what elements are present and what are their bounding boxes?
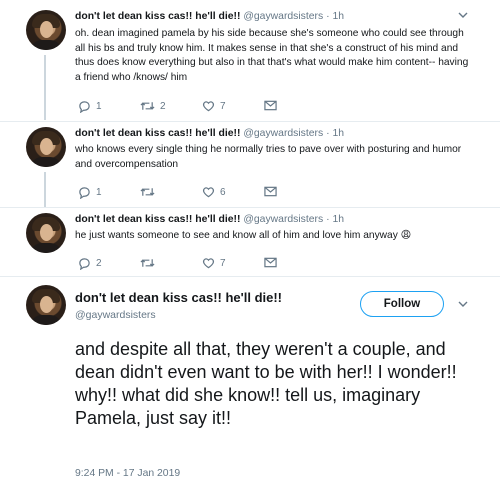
author-name[interactable]: don't let dean kiss cas!! he'll die!! (75, 290, 282, 305)
author-handle[interactable]: @gaywardsisters (75, 309, 156, 321)
reply-icon (79, 101, 90, 113)
tweet-time[interactable]: 1h (332, 214, 344, 225)
like-button[interactable]: 6 (202, 186, 226, 198)
reply-icon (79, 187, 90, 199)
like-count: 6 (220, 186, 226, 198)
avatar[interactable] (26, 213, 66, 253)
avatar[interactable] (26, 127, 66, 167)
separator-dot: · (326, 214, 330, 225)
tweet-text: he just wants someone to see and know al… (75, 230, 412, 241)
reply-button[interactable]: 2 (78, 257, 102, 270)
like-button[interactable]: 7 (202, 257, 226, 269)
reply-icon (79, 258, 90, 270)
author-handle[interactable]: @gaywardsisters (243, 128, 323, 139)
author-name[interactable]: don't let dean kiss cas!! he'll die!! (75, 11, 240, 22)
message-icon (264, 186, 277, 197)
retweet-icon (140, 259, 155, 267)
thread-line (44, 172, 46, 207)
like-count: 7 (220, 257, 226, 269)
tweet-text: who knows every single thing he normally… (75, 144, 462, 170)
tweet-actions: 2 7 (78, 257, 278, 271)
retweet-count: 2 (160, 100, 166, 112)
reply-button[interactable]: 1 (78, 100, 102, 113)
tweet[interactable]: don't let dean kiss cas!! he'll die!! @g… (0, 208, 500, 278)
reply-count: 1 (96, 101, 102, 112)
message-button[interactable] (264, 100, 277, 111)
tweet[interactable]: don't let dean kiss cas!! he'll die!! @g… (0, 122, 500, 207)
author-name[interactable]: don't let dean kiss cas!! he'll die!! (75, 214, 240, 225)
main-tweet-text: and despite all that, they weren't a cou… (75, 339, 457, 428)
like-icon (202, 258, 215, 269)
tweet-actions: 1 6 (78, 186, 278, 200)
tweet-actions: 1 2 7 (78, 100, 278, 114)
retweet-button[interactable] (140, 186, 160, 198)
retweet-button[interactable] (140, 257, 160, 269)
message-icon (264, 257, 277, 268)
avatar[interactable] (26, 285, 66, 325)
thread-line (44, 55, 46, 120)
like-icon (202, 101, 215, 112)
separator-dot: · (326, 11, 330, 22)
tweet-timestamp[interactable]: 9:24 PM - 17 Jan 2019 (75, 468, 180, 479)
follow-button[interactable]: Follow (360, 291, 444, 317)
message-button[interactable] (264, 186, 277, 197)
author-name[interactable]: don't let dean kiss cas!! he'll die!! (75, 128, 240, 139)
chevron-down-icon[interactable] (458, 299, 468, 311)
reply-button[interactable]: 1 (78, 186, 102, 199)
author-handle[interactable]: @gaywardsisters (243, 11, 323, 22)
message-button[interactable] (264, 257, 277, 268)
tweet-time[interactable]: 1h (332, 11, 344, 22)
retweet-icon (140, 188, 155, 196)
like-count: 7 (220, 100, 226, 112)
chevron-down-icon[interactable] (458, 10, 468, 22)
author-handle[interactable]: @gaywardsisters (243, 214, 323, 225)
divider (0, 276, 500, 277)
like-icon (202, 187, 215, 198)
like-button[interactable]: 7 (202, 100, 226, 112)
separator-dot: · (326, 128, 330, 139)
tweet[interactable]: don't let dean kiss cas!! he'll die!! @g… (0, 0, 500, 120)
reply-count: 2 (96, 258, 102, 269)
tweet-text: oh. dean imagined pamela by his side bec… (75, 28, 469, 83)
message-icon (264, 100, 277, 111)
reply-count: 1 (96, 187, 102, 198)
retweet-button[interactable]: 2 (140, 100, 166, 112)
retweet-icon (140, 102, 155, 110)
tweet-time[interactable]: 1h (332, 128, 344, 139)
avatar[interactable] (26, 10, 66, 50)
